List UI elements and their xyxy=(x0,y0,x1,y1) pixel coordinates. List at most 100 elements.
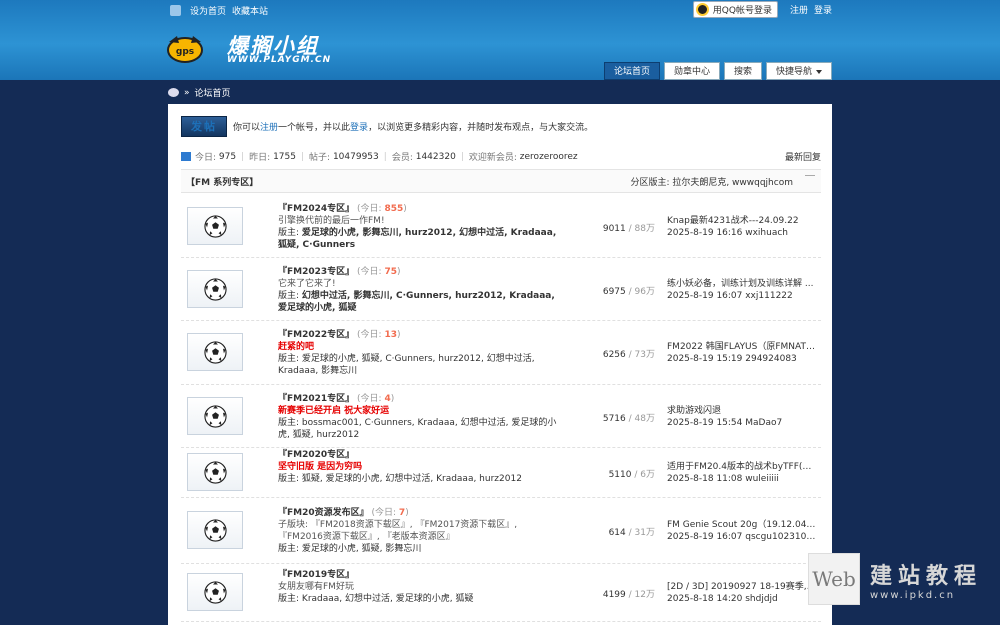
stat-newest-label: 欢迎新会员: xyxy=(468,153,517,163)
forum-row: 『FM2019专区』 女朋友哪有FM好玩 版主: Kradaaa, 幻想中过活, 爱… xyxy=(181,564,821,622)
quick-nav-label: 快捷导航 xyxy=(775,67,812,77)
breadcrumb-current[interactable]: 论坛首页 xyxy=(195,86,231,99)
stat-today: 975 xyxy=(218,151,237,162)
stat-newest-member[interactable]: zerozeroorez xyxy=(520,152,578,162)
forum-mods-list[interactable]: Kradaaa, 幻想中过活, 爱足球的小虎, 狐疑 xyxy=(302,594,474,604)
forum-mods-list[interactable]: bossmac001, C·Gunners, Kradaaa, 幻想中过活, 爱… xyxy=(278,418,556,440)
stat-members-label: 会员: xyxy=(391,153,413,163)
last-post-title[interactable]: 练小妖必备，训练计划及训练详解 ... xyxy=(667,279,813,289)
category-title[interactable]: 【FM 系列专区】 xyxy=(186,175,258,188)
forum-last-post: FM2022 韩国FLAYUS（原FMNATION ... 2025-8-19 1… xyxy=(667,341,817,365)
forum-posts: 48万 xyxy=(634,414,655,424)
forum-desc: 它来了它来了! xyxy=(278,279,336,289)
forum-row: 『FM2021专区』 (今日: 4) 新赛季已经开启 祝大家好运 版主: bossm… xyxy=(181,385,821,448)
forum-info: 『FM2024专区』 (今日: 855) 引擎换代前的最后一作FM! 版主: 爱足球… xyxy=(278,203,558,251)
forum-mods-list[interactable]: 爱足球的小虎, 狐疑, 影舞忘川 xyxy=(302,544,421,554)
nav-search[interactable]: 搜索 xyxy=(723,62,762,80)
topbar-right: 用QQ帐号登录 注册 登录 xyxy=(692,1,832,18)
forum-name-link[interactable]: 『FM2024专区』 xyxy=(278,204,354,214)
collapse-icon[interactable] xyxy=(805,175,815,179)
forum-info: 『FM2023专区』 (今日: 75) 它来了它来了! 版主: 幻想中过活, 影舞忘… xyxy=(278,266,558,314)
forum-name-link[interactable]: 『FM2019专区』 xyxy=(278,570,354,580)
notice-login-link[interactable]: 登录 xyxy=(350,120,368,133)
forum-mods: 版主: 爱足球的小虎, 影舞忘川, hurz2012, 幻想中过活, Krada… xyxy=(278,228,557,250)
forum-mods: 版主: 爱足球的小虎, 狐疑, C·Gunners, hurz2012, 幻想中… xyxy=(278,354,535,376)
qq-icon xyxy=(695,3,709,16)
set-home-link[interactable]: 设为首页 xyxy=(190,4,226,17)
qq-login-label: 用QQ帐号登录 xyxy=(712,6,772,16)
site-watermark: Web 建站教程 www.ipkd.cn xyxy=(808,553,982,605)
bookmark-link[interactable]: 收藏本站 xyxy=(232,4,268,17)
recent-reply-link[interactable]: 最新回复 xyxy=(785,150,821,163)
forum-row: 『FM2024专区』 (今日: 855) 引擎换代前的最后一作FM! 版主: 爱足球… xyxy=(181,196,821,258)
forum-mods-list[interactable]: 幻想中过活, 影舞忘川, C·Gunners, hurz2012, Kradaa… xyxy=(278,291,555,313)
forum-row: 『FM20资源发布区』 (今日: 7) 子版块: 『FM2018资源下载区』, 『… xyxy=(181,498,821,564)
notice-text-1: 你可以 xyxy=(233,123,261,133)
forum-mods: 版主: Kradaaa, 幻想中过活, 爱足球的小虎, 狐疑 xyxy=(278,594,474,604)
forum-last-post: [2D / 3D] 20190927 18-19赛季, ... 2025-8-18… xyxy=(667,581,817,605)
forum-thumb[interactable] xyxy=(187,207,243,245)
forum-counts: 5110 / 6万 xyxy=(608,470,655,480)
forum-name-link[interactable]: 『FM2021专区』 xyxy=(278,394,354,404)
login-link[interactable]: 登录 xyxy=(814,3,832,16)
forum-threads: 9011 xyxy=(602,224,626,234)
guest-notice: 发帖 你可以 注册 一个帐号，并以此 登录 ，以浏览更多精彩内容，并随时发布观点… xyxy=(181,116,593,137)
new-post-button[interactable]: 发帖 xyxy=(181,116,227,137)
forum-thumb[interactable] xyxy=(187,397,243,435)
forum-thumb[interactable] xyxy=(187,333,243,371)
notice-text-3: ，以浏览更多精彩内容，并随时发布观点，与大家交流。 xyxy=(368,123,594,133)
forum-counts: 9011 / 88万 xyxy=(602,224,655,234)
forum-mods: 版主: 狐疑, 爱足球的小虎, 幻想中过活, Kradaaa, hurz2012 xyxy=(278,474,522,484)
nav-quick-nav[interactable]: 快捷导航 xyxy=(765,62,832,80)
forum-desc: 坚守旧版 是因为穷吗 xyxy=(278,462,363,472)
last-post-title[interactable]: Knap最新4231战术---24.09.22 xyxy=(667,216,799,226)
register-link[interactable]: 注册 xyxy=(790,3,808,16)
forum-name-link[interactable]: 『FM20资源发布区』 xyxy=(278,508,369,518)
last-post-title[interactable]: [2D / 3D] 20190927 18-19赛季, ... xyxy=(667,582,817,592)
home-chat-icon[interactable] xyxy=(168,88,179,97)
watermark-logo: Web xyxy=(808,553,860,605)
forum-thumb[interactable] xyxy=(187,453,243,491)
forum-counts: 4199 / 12万 xyxy=(602,590,655,600)
forum-info: 『FM20资源发布区』 (今日: 7) 子版块: 『FM2018资源下载区』, 『… xyxy=(278,507,558,555)
forum-mods-list[interactable]: 爱足球的小虎, 狐疑, C·Gunners, hurz2012, 幻想中过活, … xyxy=(278,354,535,376)
forum-posts: 31万 xyxy=(634,528,655,538)
forum-thumb[interactable] xyxy=(187,511,243,549)
forum-desc: 子版块: 『FM2018资源下载区』, 『FM2017资源下载区』, 『FM20… xyxy=(278,520,518,542)
main-nav: 论坛首页 勋章中心 搜索 快捷导航 xyxy=(603,62,832,80)
forum-threads: 614 xyxy=(608,528,626,538)
forum-mods-list[interactable]: 狐疑, 爱足球的小虎, 幻想中过活, Kradaaa, hurz2012 xyxy=(302,474,522,484)
forum-today: (今日: 855) xyxy=(357,204,407,214)
forum-today: (今日: 75) xyxy=(357,267,401,277)
last-post-meta: 2025-8-18 11:08 wuleiiiii xyxy=(667,474,779,484)
last-post-title[interactable]: 适用于FM20.4版本的战术byTFF(20 ... xyxy=(667,462,817,472)
forum-name-link[interactable]: 『FM2020专区』 xyxy=(278,450,354,460)
last-post-title[interactable]: FM2022 韩国FLAYUS（原FMNATION ... xyxy=(667,342,817,352)
soccer-ball-icon xyxy=(203,214,227,238)
site-logo[interactable]: gps 爆搁小组 WWW.PLAYGM.CN xyxy=(165,25,335,75)
forum-name-link[interactable]: 『FM2022专区』 xyxy=(278,330,354,340)
forum-threads: 5110 xyxy=(608,470,632,480)
forum-today: (今日: 7) xyxy=(371,508,409,518)
logo-ball-text: gps xyxy=(176,47,194,57)
last-post-title[interactable]: 求助游戏闪退 xyxy=(667,406,721,416)
forum-stats: 今日: 975 | 昨日: 1755 | 帖子: 10479953 | 会员: … xyxy=(181,150,821,163)
stats-chart-icon xyxy=(181,152,191,161)
nav-forum-home[interactable]: 论坛首页 xyxy=(603,62,660,80)
forum-mods-list[interactable]: 爱足球的小虎, 影舞忘川, hurz2012, 幻想中过活, Kradaaa, … xyxy=(278,228,556,250)
forum-last-post: FM Genie Scout 20g（19.12.04更 ... 2025-8-1… xyxy=(667,519,817,543)
qq-login-button[interactable]: 用QQ帐号登录 xyxy=(692,1,778,18)
forum-thumb[interactable] xyxy=(187,270,243,308)
last-post-meta: 2025-8-19 15:54 MaDao7 xyxy=(667,418,783,428)
forum-desc: 赶紧的吧 xyxy=(278,342,315,352)
stat-yesterday-label: 昨日: xyxy=(249,153,271,163)
last-post-title[interactable]: FM Genie Scout 20g（19.12.04更 ... xyxy=(667,520,817,530)
notice-register-link[interactable]: 注册 xyxy=(260,120,278,133)
forum-counts: 614 / 31万 xyxy=(608,528,655,538)
forum-mods: 版主: 爱足球的小虎, 狐疑, 影舞忘川 xyxy=(278,544,422,554)
nav-medal-center[interactable]: 勋章中心 xyxy=(663,62,720,80)
forum-name-link[interactable]: 『FM2023专区』 xyxy=(278,267,354,277)
forum-thumb[interactable] xyxy=(187,573,243,611)
soccer-ball-icon xyxy=(203,277,227,301)
forum-last-post: 适用于FM20.4版本的战术byTFF(20 ... 2025-8-18 11:0… xyxy=(667,461,817,485)
